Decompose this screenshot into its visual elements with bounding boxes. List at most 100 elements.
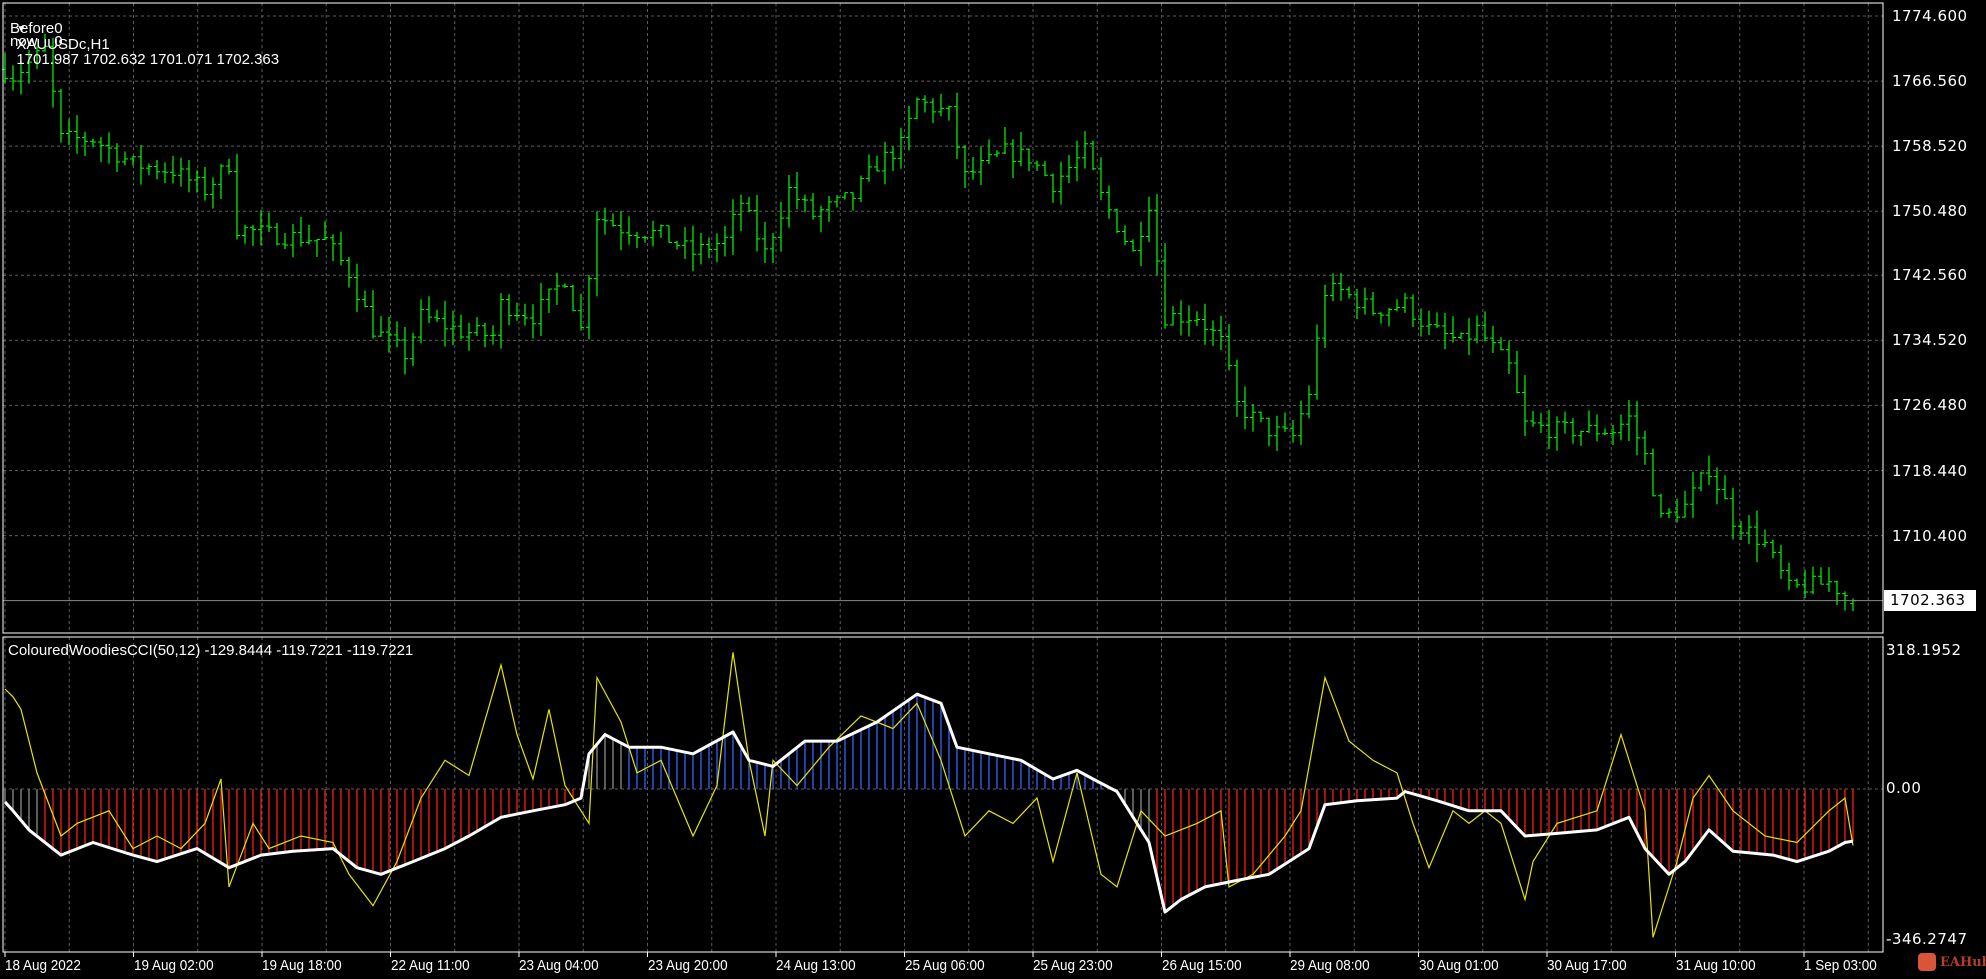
logo-text: EAHub [1940,954,1986,970]
ohlc-bar [858,175,864,203]
ohlc-bar [338,231,344,266]
ohlc-bar [242,224,248,244]
ohlc-bar [522,303,528,326]
ohlc-bar [1218,315,1224,350]
ohlc-bar [1298,400,1304,445]
ohlc-bar [746,196,752,213]
ohlc-bar [794,172,800,210]
ohlc-bar [474,317,480,337]
ohlc-bar [1586,410,1592,434]
ohlc-bar [1642,430,1648,465]
price-bars [2,33,1883,612]
price-tick-label: 1766.560 [1892,72,1968,91]
ohlc-bar [258,210,264,246]
price-tick-label: 1750.480 [1892,202,1968,221]
ohlc-bar [1538,412,1544,434]
ohlc-bar [1346,286,1352,299]
ohlc-bar [866,154,872,182]
ohlc-bar [1082,131,1088,169]
ohlc-bar [1730,487,1736,540]
ohlc-bar [146,163,152,176]
ohlc-bar [458,314,464,340]
ohlc-bar [826,195,832,222]
ohlc-bar [1466,318,1472,356]
ohlc-bar [1698,471,1704,492]
ohlc-bar [10,65,16,91]
ohlc-bar [1322,284,1328,348]
ohlc-bar [650,220,656,247]
ohlc-bar [234,153,240,240]
ohlc-bar [722,225,728,257]
ohlc-bar [874,155,880,172]
ohlc-bar [202,166,208,201]
time-tick-label: 25 Aug 06:00 [904,957,985,974]
ohlc-bar [170,156,176,184]
ohlc-bar [1290,419,1296,443]
ohlc-bar [1114,208,1120,233]
chart-canvas[interactable] [0,0,1986,979]
ohlc-bar [1234,359,1240,417]
ohlc-bar [1242,386,1248,430]
ohlc-bar [1362,287,1368,315]
ohlc-bar [1754,510,1760,563]
ohlc-bar [330,234,336,262]
ohlc-bar [1634,401,1640,456]
ohlc-bar [1690,471,1696,518]
time-tick-label: 23 Aug 20:00 [647,957,728,974]
indicator-tick-label: 0.00 [1886,779,1922,797]
ohlc-bar [1130,239,1136,252]
ohlc-bar [970,156,976,180]
ohlc-bar [74,115,80,154]
ohlc-bar [1834,580,1840,605]
ohlc-bar [906,105,912,151]
ohlc-bar [1426,310,1432,335]
ohlc-bar [210,177,216,209]
ohlc-bar [1602,428,1608,436]
ohlc-bar [354,263,360,312]
ohlc-bar [1402,293,1408,313]
cci-lines [3,652,1854,938]
ohlc-bar [122,151,128,166]
ohlc-bar [1066,155,1072,184]
ohlc-bar [658,224,664,238]
ohlc-bar [954,92,960,159]
ohlc-bar [1762,529,1768,548]
ohlc-bar [266,212,272,233]
indicator-label: ColouredWoodiesCCI(50,12) -129.8444 -119… [8,642,414,659]
now-label: now [10,33,38,50]
time-tick-label: 30 Aug 17:00 [1547,957,1627,974]
ohlc-bar [1682,490,1688,518]
ohlc-bar [1826,567,1832,592]
ohlc-bar [162,162,168,184]
ohlc-bar [978,146,984,185]
ohlc-bar [130,155,136,166]
ohlc-bar [98,136,104,162]
ohlc-bar [1514,350,1520,394]
ohlc-bar [1442,312,1448,350]
ohlc-bar [1746,515,1752,545]
ohlc-bar [842,192,848,200]
ohlc-bar [1570,418,1576,444]
ohlc-bar [810,193,816,220]
ohlc-bar [1818,567,1824,585]
ohlc-bar [618,211,624,251]
ohlc-bar [194,170,200,193]
ohlc-bar [1258,411,1264,423]
time-tick-label: 25 Aug 23:00 [1033,957,1113,974]
ohlc-bar [1058,161,1064,205]
ohlc-bar [394,321,400,348]
ohlc-bar [1626,400,1632,442]
ohlc-bar [66,119,72,146]
ohlc-bar [1778,544,1784,579]
ohlc-bar [962,145,968,188]
ohlc-bar [114,143,120,172]
ohlc-bar [1354,288,1360,319]
ohlc-bar [466,322,472,351]
ohlc-bar [698,232,704,265]
ohlc-bar [1434,312,1440,329]
ohlc-bar [1410,294,1416,327]
ohlc-bar [250,224,256,247]
ohlc-bar [1330,273,1336,302]
price-tick-label: 1742.560 [1892,266,1968,285]
ohlc-bar [1314,324,1320,400]
